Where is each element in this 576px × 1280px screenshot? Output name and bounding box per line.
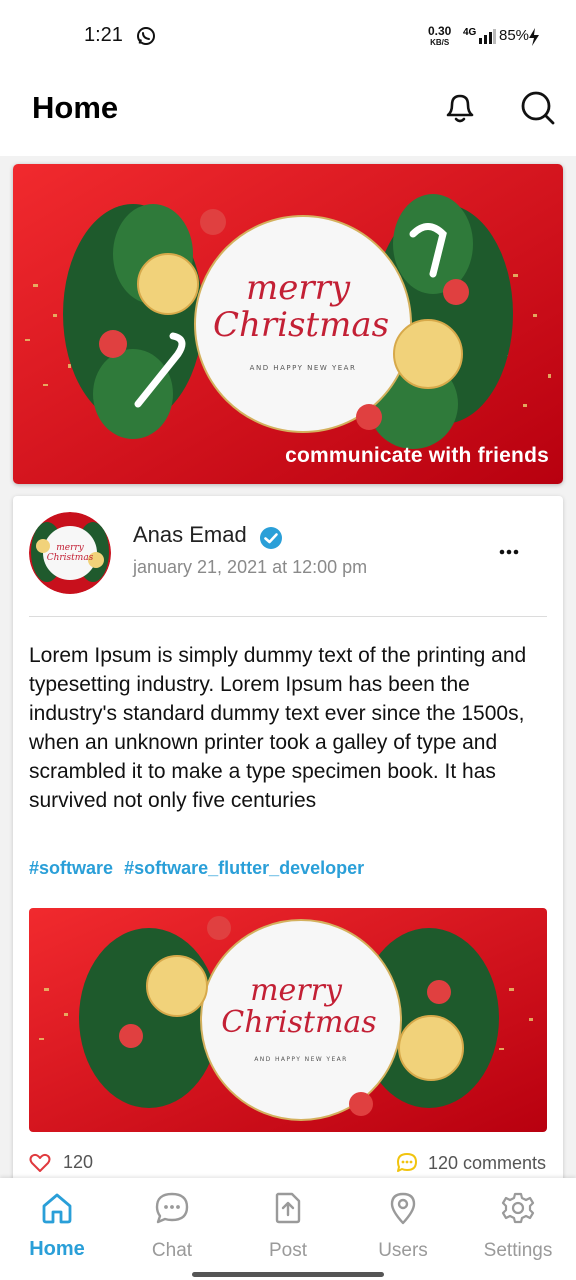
nav-settings[interactable]: Settings	[468, 1190, 568, 1270]
post-image-christmas-text: Christmas	[221, 1005, 376, 1040]
banner[interactable]: merry Christmas AND HAPPY NEW YEAR commu…	[13, 164, 563, 484]
whatsapp-icon	[137, 27, 155, 45]
status-bar: 1:21 0.30 KB/S 4G 85%	[0, 0, 576, 72]
charging-bolt-icon	[529, 28, 539, 46]
like-count: 120	[63, 1152, 94, 1172]
tag-link[interactable]: #software_flutter_developer	[124, 858, 364, 878]
comments-button[interactable]: 120 comments	[396, 1152, 546, 1174]
battery-level: 85%	[499, 27, 530, 44]
nav-home[interactable]: Home	[7, 1190, 107, 1270]
bell-icon[interactable]	[440, 88, 480, 128]
avatar-merry-text: merry	[56, 543, 84, 553]
christmas-banner-image: merry Christmas AND HAPPY NEW YEAR	[13, 164, 563, 484]
post-image-merry-text: merry	[250, 973, 343, 1008]
verified-badge-icon	[260, 527, 282, 549]
chat-icon	[155, 1192, 189, 1224]
post-tags: #software #software_flutter_developer	[29, 858, 370, 879]
heart-icon	[29, 1153, 51, 1172]
avatar[interactable]: merry Christmas	[29, 512, 111, 594]
network-speed: 0.30 KB/S	[428, 24, 452, 48]
post-card: merry Christmas Anas Emad january 21, 20…	[13, 496, 563, 1196]
banner-christmas-text: Christmas	[213, 305, 389, 345]
tag-link[interactable]: #software	[29, 858, 113, 878]
comment-icon	[396, 1153, 417, 1172]
comments-count: 120 comments	[427, 1152, 546, 1173]
avatar-christmas-text: Christmas	[47, 553, 94, 563]
banner-caption: communicate with friends	[285, 444, 549, 467]
nav-label-post: Post	[268, 1240, 308, 1261]
divider	[29, 616, 547, 617]
post-image-sub-text: AND HAPPY NEW YEAR	[254, 1056, 347, 1063]
home-indicator	[192, 1272, 384, 1277]
bottom-navigation: Home Chat Post Users Settings	[0, 1178, 576, 1280]
nav-label-settings: Settings	[483, 1240, 553, 1261]
banner-merry-text: merry	[246, 268, 351, 308]
nav-label-users: Users	[378, 1240, 428, 1261]
home-icon	[42, 1193, 72, 1224]
banner-sub-text: AND HAPPY NEW YEAR	[250, 364, 357, 372]
gear-icon	[501, 1192, 535, 1224]
upload-post-icon	[275, 1192, 301, 1224]
nav-chat[interactable]: Chat	[122, 1190, 222, 1270]
post-date: january 21, 2021 at 12:00 pm	[133, 557, 368, 577]
author-name[interactable]: Anas Emad	[133, 522, 247, 548]
more-options-icon[interactable]	[497, 542, 521, 562]
location-pin-icon	[390, 1192, 416, 1225]
post-image[interactable]: merry Christmas AND HAPPY NEW YEAR	[29, 908, 547, 1132]
app-bar: Home	[0, 72, 576, 156]
nav-label-home: Home	[29, 1238, 85, 1260]
nav-users[interactable]: Users	[353, 1190, 453, 1270]
status-time: 1:21	[84, 24, 123, 46]
nav-label-chat: Chat	[151, 1240, 193, 1261]
search-icon[interactable]	[518, 88, 558, 128]
post-text: Lorem Ipsum is simply dummy text of the …	[29, 644, 527, 812]
nav-post[interactable]: Post	[238, 1190, 338, 1270]
signal-icon	[479, 29, 496, 44]
network-type: 4G	[463, 27, 477, 38]
like-button[interactable]: 120	[29, 1152, 93, 1173]
page-title: Home	[32, 90, 119, 125]
net-speed-value: 0.30	[428, 24, 452, 38]
net-speed-unit: KB/S	[430, 38, 450, 47]
